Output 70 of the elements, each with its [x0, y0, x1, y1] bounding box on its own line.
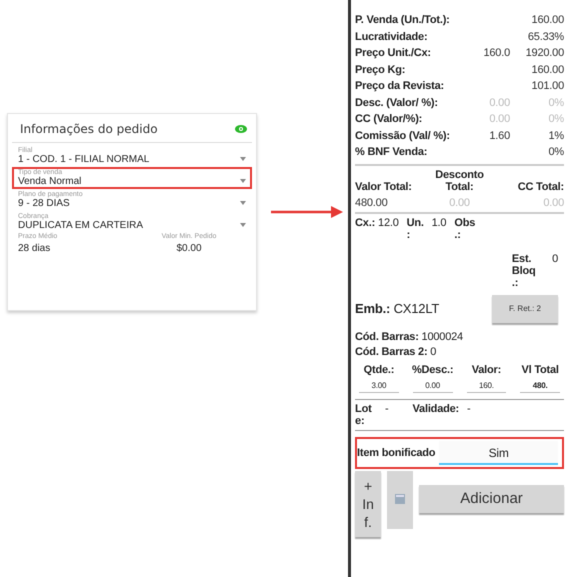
- dropdown-caret-icon: [240, 201, 246, 205]
- input-field[interactable]: 160.: [466, 380, 506, 392]
- field-value: 1 - COD. 1 - FILIAL NORMAL: [18, 154, 150, 165]
- packaging-text: Emb.: CX12LT: [355, 301, 440, 316]
- summary-value: 28 dias: [18, 243, 50, 254]
- total-label: Valor Total:: [355, 180, 413, 192]
- lot-label: Validade:: [412, 402, 460, 416]
- return-button[interactable]: F. Ret.: 2: [492, 294, 558, 322]
- add-button[interactable]: Adicionar: [419, 484, 564, 512]
- row-label: Desc. (Valor/ %):: [355, 96, 439, 109]
- row-value: 0.00: [488, 113, 510, 126]
- row-value: 0%: [548, 96, 564, 109]
- unit-value: 1.0: [432, 216, 446, 230]
- dropdown-caret-icon: [240, 157, 246, 161]
- input-field[interactable]: 480.: [520, 380, 560, 392]
- total-value: 0.00: [542, 196, 564, 208]
- total-value: 0.00: [448, 196, 471, 208]
- more-info-button[interactable]: + In f.: [355, 470, 382, 536]
- blocked-stock-label: Est. Bloq .:: [512, 252, 536, 288]
- row-label: Comissão (Val/ %):: [355, 130, 451, 142]
- input-field[interactable]: 0.00: [412, 380, 453, 392]
- column-header: Qtde.:: [362, 364, 396, 376]
- unit-label: Un. :: [406, 216, 425, 240]
- row-value: 0%: [548, 146, 564, 158]
- total-value: 480.00: [355, 196, 388, 208]
- barcode-text: Cód. Barras: 1000024: [355, 330, 463, 342]
- row-value: 1%: [548, 130, 564, 142]
- row-value: 160.00: [530, 14, 564, 26]
- row-label: Lucratividade:: [355, 30, 428, 43]
- arrow-icon: [270, 206, 343, 218]
- lot-value: -: [385, 402, 389, 416]
- column-header: Valor:: [470, 364, 502, 376]
- row-value: 0.00: [488, 96, 510, 109]
- bonus-field[interactable]: Sim: [439, 440, 558, 464]
- row-value: 160.0: [482, 47, 510, 60]
- column-header: Vl Total: [520, 364, 560, 376]
- field-value: Venda Normal: [18, 176, 82, 187]
- row-label: % BNF Venda:: [355, 146, 428, 158]
- lot-value: -: [467, 402, 470, 416]
- column-header: %Desc.:: [410, 364, 454, 376]
- total-label: CC Total:: [516, 180, 564, 192]
- field-value: DUPLICATA EM CARTEIRA: [18, 220, 144, 231]
- unit-label: Cx.:: [355, 216, 376, 228]
- blocked-stock-value: 0: [552, 252, 558, 266]
- row-label: CC (Valor/%):: [355, 113, 424, 126]
- card-title: Informações do pedido: [20, 122, 158, 136]
- unit-value: 12.0: [378, 216, 399, 228]
- row-value: 0%: [548, 113, 564, 126]
- calculator-button[interactable]: [387, 470, 414, 528]
- unit-label: Obs .:: [454, 216, 476, 240]
- row-label: Preço Unit./Cx:: [355, 47, 432, 60]
- barcode-text: Cód. Barras 2: 0: [355, 346, 436, 358]
- bonus-label: Item bonificado: [357, 446, 436, 458]
- row-value: 101.00: [530, 80, 564, 92]
- field-value: 9 - 28 DIAS: [18, 198, 71, 209]
- input-field[interactable]: 3.00: [359, 380, 399, 392]
- row-label: Preço da Revista:: [355, 80, 445, 92]
- dropdown-caret-icon: [240, 223, 246, 227]
- eye-icon[interactable]: [235, 125, 247, 133]
- lot-label: Lot e:: [355, 402, 373, 426]
- summary-value: $0.00: [176, 243, 202, 254]
- row-value: 160.00: [530, 64, 564, 76]
- row-label: Preço Kg:: [355, 64, 406, 76]
- total-label: Desconto Total:: [434, 168, 485, 192]
- row-value: 1920.00: [524, 47, 564, 60]
- calculator-icon: [395, 494, 406, 504]
- row-value: 1.60: [488, 130, 510, 142]
- row-label: P. Venda (Un./Tot.):: [355, 14, 451, 26]
- row-value: 65.33%: [526, 30, 564, 43]
- dropdown-caret-icon: [240, 179, 246, 183]
